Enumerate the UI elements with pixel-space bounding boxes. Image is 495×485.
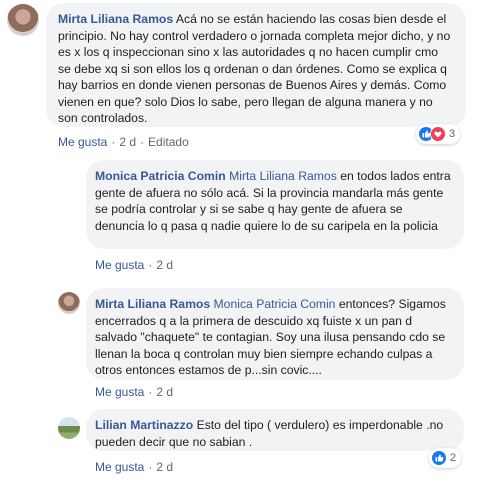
like-icon xyxy=(431,450,447,466)
comment-author[interactable]: Lilian Martinazzo xyxy=(95,418,193,432)
like-button[interactable]: Me gusta xyxy=(58,135,107,149)
reaction-summary[interactable]: 3 xyxy=(416,124,461,144)
love-icon xyxy=(430,126,446,142)
reaction-count: 2 xyxy=(450,452,457,464)
timestamp[interactable]: 2 d xyxy=(119,135,136,149)
comment-actions: Me gusta · 2 d xyxy=(95,385,174,399)
timestamp[interactable]: 2 d xyxy=(156,258,173,272)
comment-bubble: Mirta Liliana Ramos Acá no se están haci… xyxy=(46,3,466,127)
comment-bubble: Monica Patricia Comin Mirta Liliana Ramo… xyxy=(86,160,464,249)
reaction-count: 3 xyxy=(449,128,456,140)
comment-author[interactable]: Mirta Liliana Ramos xyxy=(58,12,173,26)
comment-text: Acá no se están haciendo las cosas bien … xyxy=(58,12,451,125)
avatar[interactable] xyxy=(7,4,39,36)
comment-author[interactable]: Mirta Liliana Ramos xyxy=(95,297,210,311)
like-button[interactable]: Me gusta xyxy=(95,258,144,272)
timestamp[interactable]: 2 d xyxy=(156,385,173,399)
comment-bubble: Lilian Martinazzo Esto del tipo ( verdul… xyxy=(86,409,464,451)
edited-label[interactable]: Editado xyxy=(148,135,189,149)
avatar[interactable] xyxy=(58,417,80,439)
mention-link[interactable]: Mirta Liliana Ramos xyxy=(229,169,337,183)
comment-actions: Me gusta · 2 d · Editado xyxy=(58,135,189,149)
mention-link[interactable]: Monica Patricia Comin xyxy=(214,297,336,311)
avatar[interactable] xyxy=(58,292,80,314)
reaction-summary[interactable]: 2 xyxy=(429,448,462,468)
like-button[interactable]: Me gusta xyxy=(95,460,144,474)
comment-bubble: Mirta Liliana Ramos Monica Patricia Comi… xyxy=(86,288,464,380)
timestamp[interactable]: 2 d xyxy=(156,460,173,474)
comment-actions: Me gusta · 2 d xyxy=(95,258,174,272)
comment-actions: Me gusta · 2 d xyxy=(95,460,174,474)
like-button[interactable]: Me gusta xyxy=(95,385,144,399)
comment-author[interactable]: Monica Patricia Comin xyxy=(95,169,226,183)
